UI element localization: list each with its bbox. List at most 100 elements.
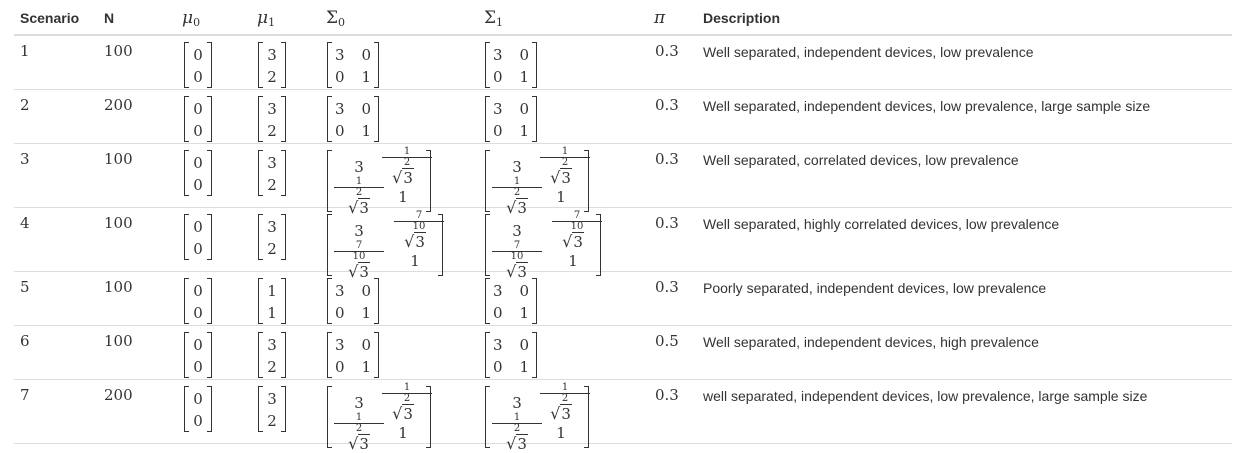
sigma1-cell: 3001 [485,42,537,88]
table-row: 1 100 0 0 3 2 3 0 0 1 3 0 0 1 0.3 Well separated, indep… [14,36,1232,90]
vector-entry: 0 [193,412,203,430]
sigma1-cell: 3001 [485,96,537,142]
mu1-cell: 32 [258,386,286,432]
scenario-number: 4 [20,214,30,232]
vector-entry: 0 [193,176,203,194]
sigma0-cell: 3 1 2 √3 1 2 √3 1 [327,383,432,453]
vector-entry: 1 [267,282,277,300]
scenario-number: 7 [20,386,30,404]
mu1-cell: 32 [258,214,286,260]
matrix-entry: 3 [335,100,345,118]
description: Poorly separated, independent devices, l… [703,280,1047,296]
mu0-vector: 00 [184,42,212,88]
matrix-entry: 1 [398,188,408,206]
mu1-cell: 32 [258,96,286,142]
vector-entry: 0 [193,336,203,354]
matrix-entry: 3 [493,100,503,118]
sigma0-matrix: 3 1 2 √3 1 2 √3 1 [327,147,432,217]
mu0-cell: 00 [184,150,212,196]
mu0-cell: 00 [184,278,212,324]
matrix-entry: 3 [354,222,364,240]
vector-entry: 2 [267,412,277,430]
mu1-cell: 32 [258,332,286,378]
vector-entry: 1 [267,304,277,322]
sigma1-matrix: 3 1 2 √3 1 2 √3 1 [485,383,590,453]
sample-size: 100 [104,42,133,60]
description: Well separated, independent devices, low… [703,98,1151,114]
vector-entry: 0 [193,240,203,258]
table-row: 3 100 0 0 3 2 3 1 2 √3 1 2 √3 1 3 1 2 √3 1 2 √3 1 0.3 Well sepa… [14,144,1232,217]
vector-entry: 0 [193,282,203,300]
vector-entry: 0 [193,46,203,64]
sigma0-cell: 3 1 2 √3 1 2 √3 1 [327,147,432,217]
vector-entry: 2 [267,176,277,194]
scenario-number: 5 [20,278,30,296]
matrix-entry: 3 [335,336,345,354]
matrix-entry: 3 [493,46,503,64]
table-header: Scenario N μ0 μ1 Σ0 Σ1 π Description [14,0,1232,36]
sigma1-matrix: 3001 [485,42,537,88]
sigma0-cell: 3001 [327,278,379,324]
vector-entry: 3 [267,100,277,118]
matrix-entry: 1 [361,304,371,322]
header-sigma0: Σ0 [326,8,346,29]
matrix-entry: 0 [519,336,529,354]
sigma1-matrix: 3001 [485,96,537,142]
matrix-entry: 1 [519,304,529,322]
mu0-vector: 00 [184,96,212,142]
mu1-vector: 32 [258,42,286,88]
matrix-entry: 1 [519,358,529,376]
vector-entry: 0 [193,68,203,86]
sigma0-matrix: 3001 [327,332,379,378]
prevalence: 0.3 [655,150,679,168]
table-row: 6 100 0 0 3 2 3 0 0 1 3 0 0 1 0.5 Well separated, indep… [14,326,1232,380]
prevalence: 0.3 [655,42,679,60]
prevalence: 0.5 [655,332,679,350]
vector-entry: 0 [193,100,203,118]
matrix-entry: 0 [335,304,345,322]
matrix-entry: 0 [361,336,371,354]
matrix-entry: 3 [512,222,522,240]
matrix-entry: 3 [354,394,364,412]
vector-entry: 3 [267,154,277,172]
matrix-entry: 1 2 √3 [382,147,432,187]
mu1-vector: 11 [258,278,286,324]
mu0-cell: 00 [184,214,212,260]
matrix-entry: 1 [556,188,566,206]
matrix-entry: 1 [519,68,529,86]
mu0-vector: 00 [184,278,212,324]
matrix-entry: 0 [493,68,503,86]
sigma1-cell: 3 1 2 √3 1 2 √3 1 [485,383,590,453]
mu0-cell: 00 [184,42,212,88]
prevalence: 0.3 [655,278,679,296]
vector-entry: 0 [193,122,203,140]
vector-entry: 3 [267,46,277,64]
sample-size: 100 [104,332,133,350]
matrix-entry: 1 2 √3 [334,413,384,453]
vector-entry: 2 [267,240,277,258]
sigma0-cell: 3001 [327,42,379,88]
scenario-number: 3 [20,150,30,168]
sigma1-matrix: 3001 [485,332,537,378]
prevalence: 0.3 [655,214,679,232]
vector-entry: 2 [267,358,277,376]
matrix-entry: 3 [493,336,503,354]
header-sigma1: Σ1 [484,8,504,29]
prevalence: 0.3 [655,386,679,404]
sample-size: 100 [104,214,133,232]
mu1-cell: 11 [258,278,286,324]
matrix-entry: 3 [335,282,345,300]
matrix-entry: 3 [512,158,522,176]
matrix-entry: 1 2 √3 [492,413,542,453]
matrix-entry: 0 [335,68,345,86]
mu1-vector: 32 [258,332,286,378]
description: well separated, independent devices, low… [703,388,1148,404]
table-row: 7 200 0 0 3 2 3 1 2 √3 1 2 √3 1 3 1 2 √3 1 2 √3 1 0.3 well sepa… [14,380,1232,453]
matrix-entry: 7 10 √3 [552,211,602,251]
mu1-vector: 32 [258,96,286,142]
vector-entry: 2 [267,122,277,140]
matrix-entry: 1 2 √3 [540,383,590,423]
matrix-entry: 1 2 √3 [540,147,590,187]
mu0-vector: 00 [184,214,212,260]
matrix-entry: 0 [519,46,529,64]
